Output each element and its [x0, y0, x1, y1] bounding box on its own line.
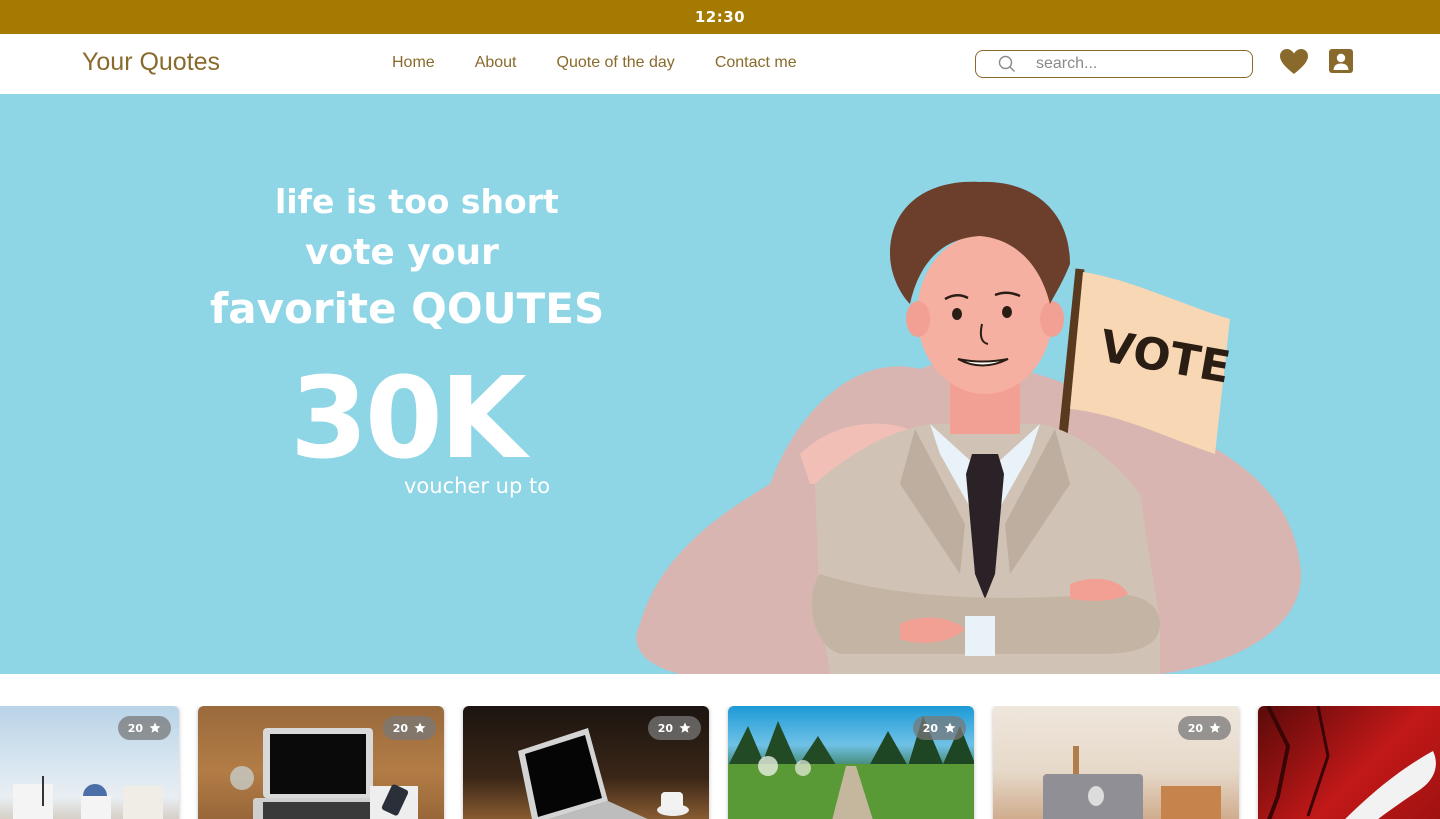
quote-card[interactable]: 20 — [0, 706, 179, 819]
star-icon — [1209, 722, 1221, 733]
rating-value: 20 — [657, 721, 673, 735]
site-logo[interactable]: Your Quotes — [82, 48, 220, 77]
quote-card[interactable]: 20 — [728, 706, 974, 819]
rating-value: 20 — [1187, 721, 1203, 735]
status-bar: 12:30 — [0, 0, 1440, 34]
nav-home-link[interactable]: Home — [392, 54, 435, 72]
card-image-red-shoes — [1266, 706, 1436, 819]
user-profile-icon[interactable] — [1329, 49, 1353, 78]
quote-cards-row: 20 20 20 20 20 — [0, 706, 1440, 819]
rating-badge: 20 — [382, 716, 436, 740]
hero-line-1: life is too short — [275, 182, 559, 221]
main-menu: Home About Quote of the day Contact me — [392, 54, 797, 72]
hero-big-number: 30K — [290, 354, 527, 484]
quote-card[interactable] — [1258, 706, 1440, 819]
quote-card[interactable]: 20 — [198, 706, 444, 819]
search-icon[interactable] — [998, 55, 1018, 73]
rating-badge: 20 — [647, 716, 701, 740]
nav-about-link[interactable]: About — [475, 54, 517, 72]
voter-illustration: VOTE — [636, 181, 1301, 674]
star-icon — [679, 722, 691, 733]
hero-subtitle: voucher up to — [404, 474, 551, 498]
search-box — [975, 50, 1253, 78]
rating-value: 20 — [127, 721, 143, 735]
search-input[interactable] — [1036, 55, 1236, 73]
hero-line-3: favorite QOUTES — [210, 284, 605, 333]
hero-line-2: vote your — [305, 232, 499, 273]
nav-contact-link[interactable]: Contact me — [715, 54, 797, 72]
rating-badge: 20 — [912, 716, 966, 740]
hero-banner: life is too short vote your favorite QOU… — [0, 94, 1440, 674]
star-icon — [944, 722, 956, 733]
rating-value: 20 — [392, 721, 408, 735]
quote-card[interactable]: 20 — [463, 706, 709, 819]
rating-badge: 20 — [1177, 716, 1231, 740]
star-icon — [149, 722, 161, 733]
status-time: 12:30 — [694, 8, 746, 26]
quote-card[interactable]: 20 — [993, 706, 1239, 819]
top-nav: Your Quotes Home About Quote of the day … — [0, 34, 1440, 94]
heart-icon[interactable] — [1280, 49, 1308, 80]
star-icon — [414, 722, 426, 733]
rating-badge: 20 — [117, 716, 171, 740]
nav-quote-of-the-day-link[interactable]: Quote of the day — [557, 54, 675, 72]
rating-value: 20 — [922, 721, 938, 735]
